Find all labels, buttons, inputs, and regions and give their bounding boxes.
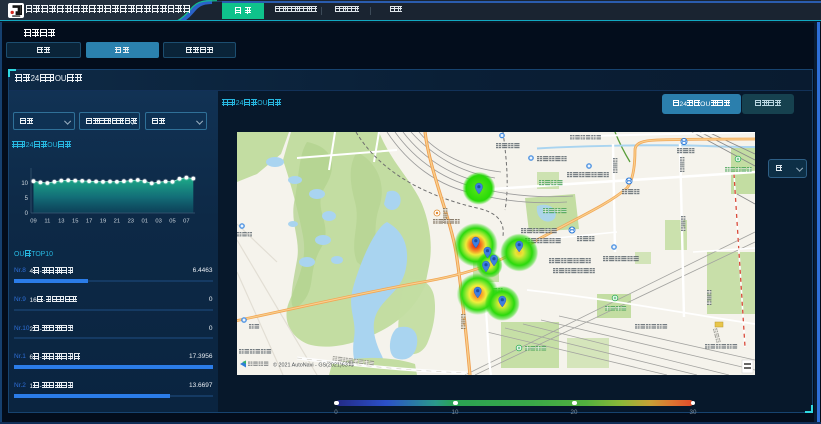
- svg-text:01: 01: [141, 219, 147, 225]
- svg-text:© 2021 AutoNavi - GS(2021)6375: © 2021 AutoNavi - GS(2021)6375: [273, 362, 354, 369]
- svg-text:13: 13: [58, 219, 64, 225]
- svg-text:11: 11: [44, 219, 50, 225]
- svg-text:15: 15: [72, 219, 78, 225]
- svg-text:05: 05: [169, 219, 175, 225]
- svg-text:03: 03: [155, 219, 161, 225]
- svg-text:19: 19: [100, 219, 106, 225]
- svg-text:07: 07: [183, 219, 189, 225]
- svg-text:5: 5: [25, 196, 29, 202]
- svg-text:21: 21: [114, 219, 120, 225]
- svg-text:23: 23: [128, 219, 134, 225]
- svg-text:0: 0: [25, 211, 29, 217]
- svg-text:10: 10: [21, 181, 28, 187]
- svg-text:17: 17: [86, 219, 92, 225]
- svg-text:09: 09: [30, 219, 36, 225]
